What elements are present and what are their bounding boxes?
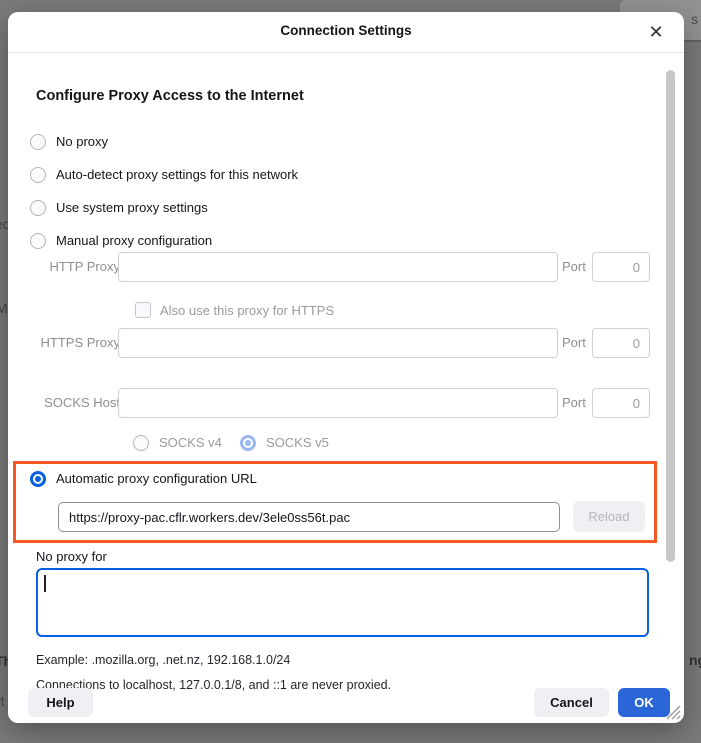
https-reuse-checkbox[interactable] — [135, 302, 151, 318]
socks-port-label: Port — [562, 388, 586, 418]
socks-host-label: SOCKS Host — [28, 388, 120, 418]
cancel-button[interactable]: Cancel — [534, 688, 609, 717]
auto-detect-radio[interactable] — [30, 167, 46, 183]
example-hint: Example: .mozilla.org, .net.nz, 192.168.… — [36, 653, 290, 667]
socks-v5-radio[interactable] — [240, 435, 256, 451]
radio-row-no-proxy[interactable]: No proxy — [30, 133, 108, 151]
radio-row-auto-detect[interactable]: Auto-detect proxy settings for this netw… — [30, 166, 298, 184]
https-reuse-checkbox-row[interactable]: Also use this proxy for HTTPS — [135, 302, 334, 318]
section-heading: Configure Proxy Access to the Internet — [36, 88, 304, 104]
dimmed-text-fragment: rt — [0, 693, 5, 709]
http-proxy-label: HTTP Proxy — [28, 252, 120, 282]
dimmed-text-fragment: ng — [689, 652, 701, 668]
socks-port-input[interactable] — [592, 388, 650, 418]
close-icon[interactable]: ✕ — [642, 18, 670, 46]
https-proxy-input[interactable] — [118, 328, 558, 358]
no-proxy-radio[interactable] — [30, 134, 46, 150]
radio-label: Use system proxy settings — [56, 200, 208, 216]
no-proxy-for-textarea[interactable] — [36, 568, 649, 637]
radio-label: SOCKS v4 — [159, 435, 222, 451]
radio-row-socks-v5[interactable]: SOCKS v5 — [240, 434, 329, 452]
https-proxy-label: HTTPS Proxy — [28, 328, 120, 358]
radio-label: SOCKS v5 — [266, 435, 329, 451]
help-button[interactable]: Help — [28, 688, 93, 717]
text-cursor — [44, 575, 46, 592]
connection-settings-dialog: Connection Settings ✕ Configure Proxy Ac… — [8, 12, 684, 723]
scrollbar-thumb[interactable] — [666, 70, 675, 562]
reload-button[interactable]: Reload — [573, 501, 645, 532]
checkbox-label: Also use this proxy for HTTPS — [160, 303, 334, 318]
dimmed-text-fragment: s — [691, 11, 698, 27]
resize-grip-icon[interactable] — [659, 698, 681, 720]
radio-label: Manual proxy configuration — [56, 233, 212, 249]
screen: s ec M Th rt ng Connection Settings ✕ Co… — [0, 0, 701, 743]
radio-row-auto-pac[interactable]: Automatic proxy configuration URL — [30, 470, 257, 488]
https-port-input[interactable] — [592, 328, 650, 358]
dimmed-text-fragment: M — [0, 300, 8, 316]
http-port-input[interactable] — [592, 252, 650, 282]
http-proxy-input[interactable] — [118, 252, 558, 282]
socks-v4-radio[interactable] — [133, 435, 149, 451]
title-divider — [8, 52, 684, 53]
no-proxy-for-label: No proxy for — [36, 549, 107, 564]
system-proxy-radio[interactable] — [30, 200, 46, 216]
auto-pac-radio[interactable] — [30, 471, 46, 487]
radio-row-manual-proxy[interactable]: Manual proxy configuration — [30, 232, 212, 250]
radio-label: Automatic proxy configuration URL — [56, 471, 257, 487]
pac-url-input[interactable] — [58, 502, 560, 532]
radio-label: Auto-detect proxy settings for this netw… — [56, 167, 298, 183]
socks-host-input[interactable] — [118, 388, 558, 418]
manual-proxy-radio[interactable] — [30, 233, 46, 249]
http-port-label: Port — [562, 252, 586, 282]
radio-label: No proxy — [56, 134, 108, 150]
https-port-label: Port — [562, 328, 586, 358]
radio-row-system-proxy[interactable]: Use system proxy settings — [30, 199, 208, 217]
dialog-title: Connection Settings — [8, 23, 684, 38]
radio-row-socks-v4[interactable]: SOCKS v4 — [133, 434, 222, 452]
